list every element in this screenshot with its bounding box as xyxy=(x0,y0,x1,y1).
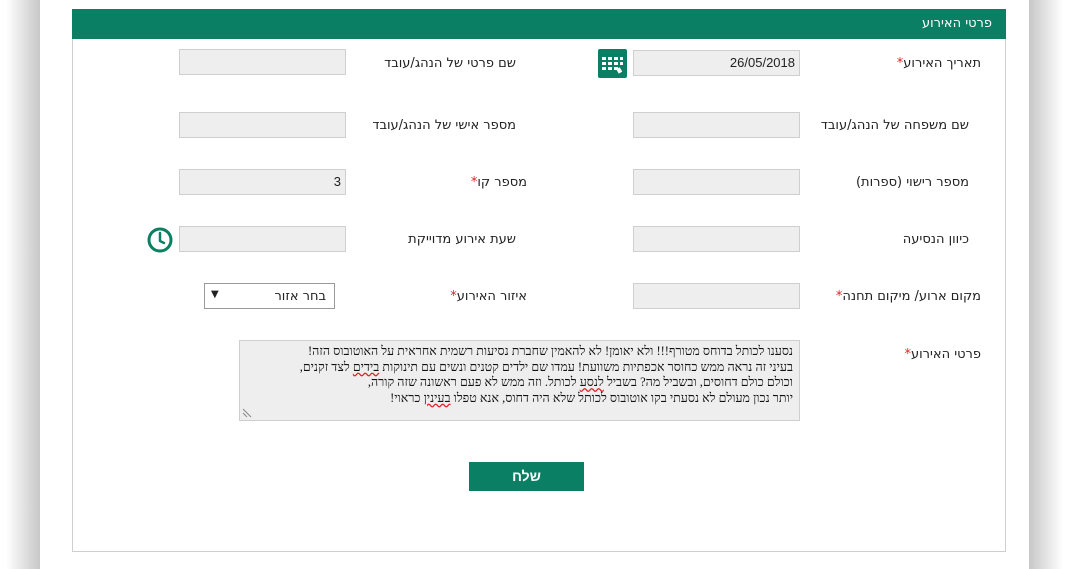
resize-grip-icon[interactable] xyxy=(242,408,252,418)
calendar-icon[interactable] xyxy=(598,49,627,78)
location-field[interactable] xyxy=(633,283,800,309)
exact-time-field[interactable] xyxy=(179,226,346,252)
details-line: וכולם כולם דחוסים, ובשביל מה? בשביל לנסע… xyxy=(367,375,793,389)
license-number-field[interactable] xyxy=(633,169,800,195)
event-date-label: תאריך האירוע* xyxy=(896,56,981,71)
driver-first-name-field[interactable] xyxy=(179,49,346,75)
section-header: פרטי האירוע xyxy=(72,9,1006,39)
details-label: פרטי האירוע* xyxy=(904,347,981,362)
exact-time-label: שעת אירוע מדוייקת xyxy=(408,232,516,247)
event-date-field[interactable]: 26/05/2018 xyxy=(633,50,800,76)
driver-id-field[interactable] xyxy=(179,112,346,138)
driver-first-name-label: שם פרטי של הנהג/עובד xyxy=(384,56,516,71)
page-shadow-right xyxy=(1029,0,1069,569)
driver-last-name-label: שם משפחה של הנהג/עובד xyxy=(820,118,969,133)
event-details-textarea[interactable]: נסענו לכותל בדוחס מטורף!!! ולא יאומן! לא… xyxy=(239,340,800,421)
direction-field[interactable] xyxy=(633,226,800,252)
location-label: מקום ארוע/ מיקום תחנה* xyxy=(835,289,981,304)
section-title: פרטי האירוע xyxy=(921,16,992,31)
clock-icon[interactable] xyxy=(146,226,174,254)
details-line: בעיני זה נראה ממש כחוסר אכפתיות משוועת! … xyxy=(299,359,793,374)
chevron-down-icon: ▼ xyxy=(211,289,219,300)
area-select-value: בחר אזור xyxy=(274,289,326,304)
direction-label: כיוון הנסיעה xyxy=(902,232,969,247)
page-shadow-left xyxy=(0,0,40,569)
area-label: איזור האירוע* xyxy=(450,289,527,304)
details-line: נסענו לכותל בדוחס מטורף!!! ולא יאומן! לא… xyxy=(308,344,793,358)
details-line: יותר נכון מעולם לא נסעתי בקו אוטובוס לכו… xyxy=(390,390,793,405)
license-number-label: מספר רישוי (ספרות) xyxy=(855,175,969,190)
driver-id-label: מספר אישי של הנהג/עובד xyxy=(372,118,516,133)
line-number-label: מספר קו* xyxy=(470,175,527,190)
driver-last-name-field[interactable] xyxy=(633,112,800,138)
submit-button[interactable]: שלח xyxy=(469,462,584,491)
line-number-field[interactable]: 3 xyxy=(179,169,346,195)
area-select[interactable]: בחר אזור ▼ xyxy=(204,283,335,309)
